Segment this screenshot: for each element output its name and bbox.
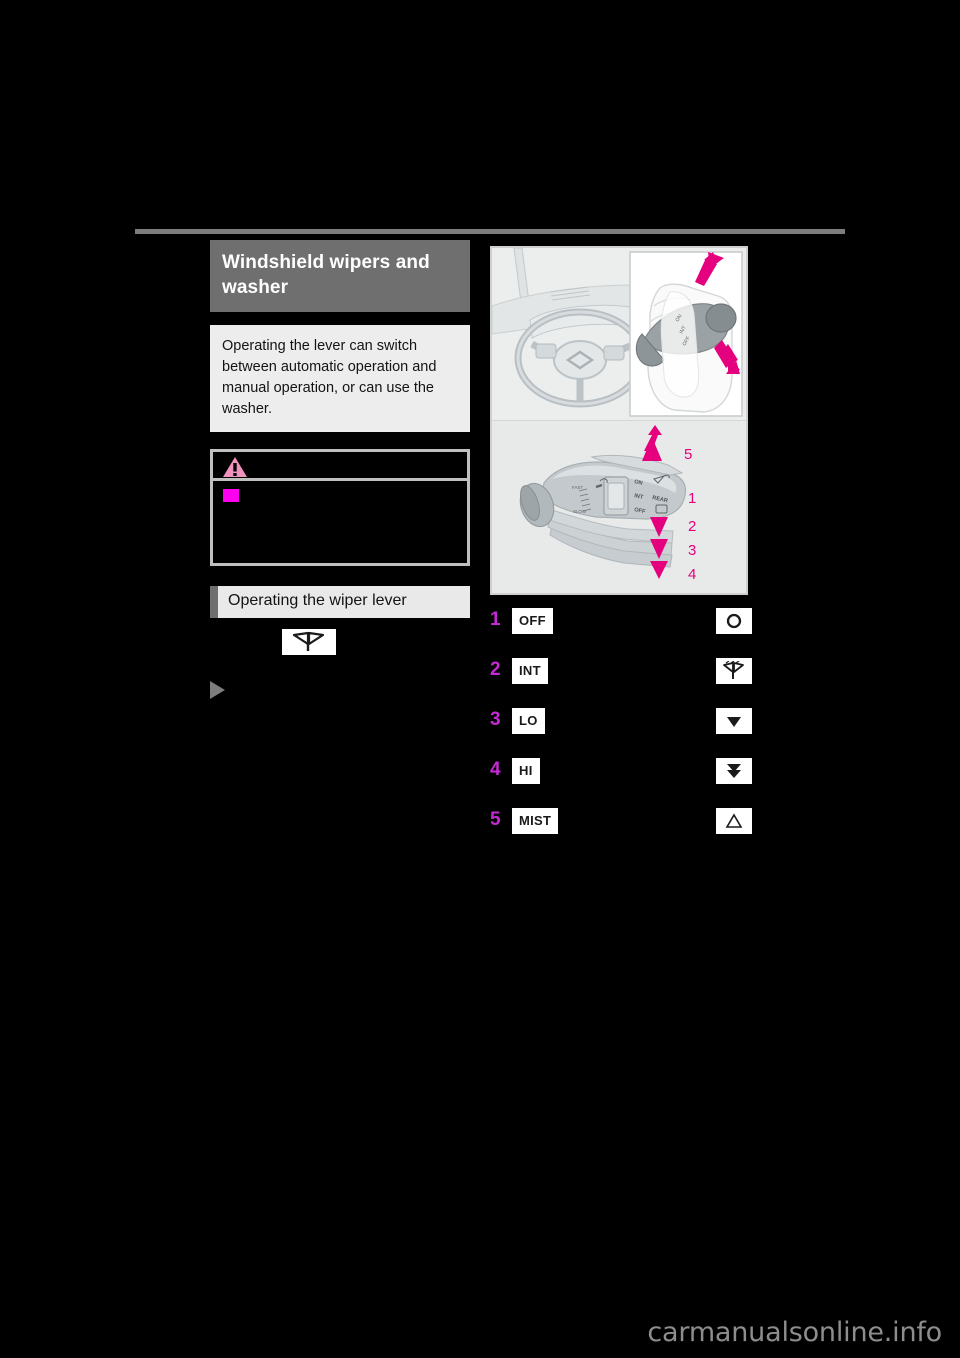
- marker-row: [210, 680, 470, 699]
- callout-1: 1: [688, 490, 696, 507]
- mode-label-lo: LO: [512, 708, 545, 734]
- list-item: 3 LO: [490, 708, 752, 734]
- cabin-illustration: ON INT OFF: [492, 248, 746, 420]
- down-triangle-icon: [716, 708, 752, 734]
- callout-2: 2: [688, 518, 696, 535]
- wiper-washer-icon: [282, 629, 336, 655]
- circle-icon: [716, 608, 752, 634]
- item-number: 1: [490, 609, 501, 630]
- wiper-lever-diagram: FAST SLOW ON INT OFF REAR 5 1 2 3 4: [492, 421, 746, 593]
- callout-5: 5: [684, 446, 692, 463]
- caution-header: [213, 452, 467, 481]
- item-number: 5: [490, 809, 501, 830]
- svg-text:FAST: FAST: [572, 485, 583, 490]
- item-number: 3: [490, 709, 501, 730]
- mode-label-int: INT: [512, 658, 548, 684]
- wiper-icon-row: [210, 629, 470, 659]
- square-bullet: [223, 489, 239, 502]
- header-rule: [135, 229, 845, 234]
- item-number: 4: [490, 759, 501, 780]
- manual-page: Windshield wipers and washer Operating t…: [0, 0, 960, 1358]
- callout-3: 3: [688, 542, 696, 559]
- left-text-column: Windshield wipers and washer Operating t…: [210, 240, 470, 699]
- double-down-arrow-icon: [716, 758, 752, 784]
- illustration-frame: ON INT OFF FAST SLOW ON INT OFF REAR 5 1…: [490, 246, 748, 595]
- triangle-marker-icon: [210, 681, 225, 699]
- page-title: Windshield wipers and washer: [210, 240, 470, 312]
- hand-operating-lever-inset: ON INT OFF: [629, 251, 743, 417]
- site-watermark: carmanualsonline.info: [647, 1317, 942, 1348]
- caution-box: [210, 449, 470, 566]
- warning-triangle-icon: [223, 457, 247, 477]
- steering-wheel-and-lever-photo: ON INT OFF: [492, 248, 746, 421]
- wiper-icon: [716, 658, 752, 684]
- subsection-title: Operating the wiper lever: [210, 586, 470, 618]
- lever-diagram: FAST SLOW ON INT OFF REAR 5 1 2 3 4: [492, 421, 746, 593]
- mode-label-off: OFF: [512, 608, 553, 634]
- mode-label-hi: HI: [512, 758, 540, 784]
- callout-4: 4: [688, 566, 696, 583]
- item-number: 2: [490, 659, 501, 680]
- list-item: 5 MIST: [490, 808, 752, 834]
- mode-label-mist: MIST: [512, 808, 559, 834]
- up-triangle-outline-icon: [716, 808, 752, 834]
- lead-paragraph: Operating the lever can switch between a…: [210, 325, 470, 432]
- right-illustration-column: ON INT OFF FAST SLOW ON INT OFF REAR 5 1…: [490, 246, 752, 858]
- svg-text:SLOW: SLOW: [573, 509, 587, 514]
- list-item: 1 OFF: [490, 608, 752, 634]
- list-item: 2 INT: [490, 658, 752, 684]
- caution-body: [213, 481, 467, 563]
- list-item: 4 HI: [490, 758, 752, 784]
- wiper-mode-list: 1 OFF 2 INT 3 LO 4 HI 5 MIST: [490, 608, 752, 834]
